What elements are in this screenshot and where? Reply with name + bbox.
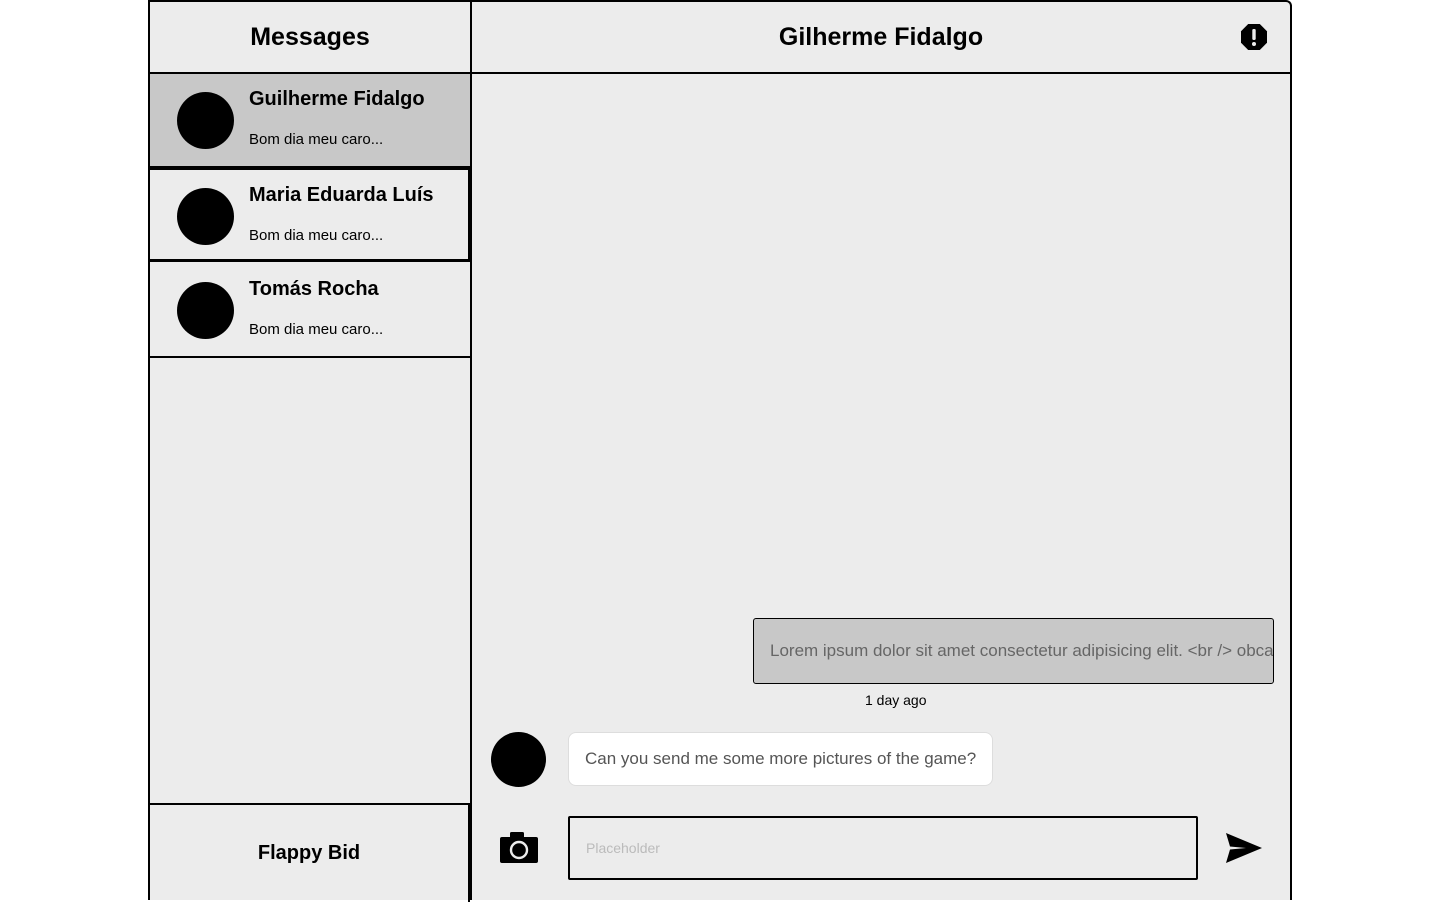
avatar <box>491 732 546 787</box>
sidebar-title: Messages <box>150 2 470 74</box>
sent-message-text: Lorem ipsum dolor sit amet consectetur a… <box>770 641 1274 660</box>
received-message-bubble: Can you send me some more pictures of th… <box>568 732 994 786</box>
conversation-item[interactable]: Guilherme Fidalgo Bom dia meu caro... <box>150 74 470 168</box>
messages-app: Messages Guilherme Fidalgo Bom dia meu c… <box>148 0 1292 902</box>
conversation-preview: Bom dia meu caro... <box>249 227 384 244</box>
avatar <box>177 188 234 245</box>
conversation-item[interactable]: Maria Eduarda Luís Bom dia meu caro... <box>148 168 470 262</box>
conversation-name: Guilherme Fidalgo <box>249 88 425 110</box>
camera-icon[interactable] <box>500 831 538 863</box>
alert-octagon-icon[interactable] <box>1240 23 1268 51</box>
conversation-item[interactable]: Tomás Rocha Bom dia meu caro... <box>150 264 470 358</box>
app-brand-link[interactable]: Flappy Bid <box>150 803 470 902</box>
message-input[interactable] <box>568 816 1198 880</box>
conversation-name: Maria Eduarda Luís <box>249 184 434 206</box>
send-icon[interactable] <box>1226 832 1262 864</box>
chat-header: Gilherme Fidalgo <box>472 2 1290 74</box>
conversation-preview: Bom dia meu caro... <box>249 131 384 148</box>
conversation-preview: Bom dia meu caro... <box>249 321 384 338</box>
conversation-name: Tomás Rocha <box>249 278 379 300</box>
avatar <box>177 92 234 149</box>
sent-message-bubble: Lorem ipsum dolor sit amet consectetur a… <box>753 618 1274 684</box>
message-timestamp: 1 day ago <box>865 692 927 708</box>
chat-title: Gilherme Fidalgo <box>778 22 984 51</box>
conversation-sidebar: Messages Guilherme Fidalgo Bom dia meu c… <box>148 2 472 902</box>
avatar <box>177 282 234 339</box>
